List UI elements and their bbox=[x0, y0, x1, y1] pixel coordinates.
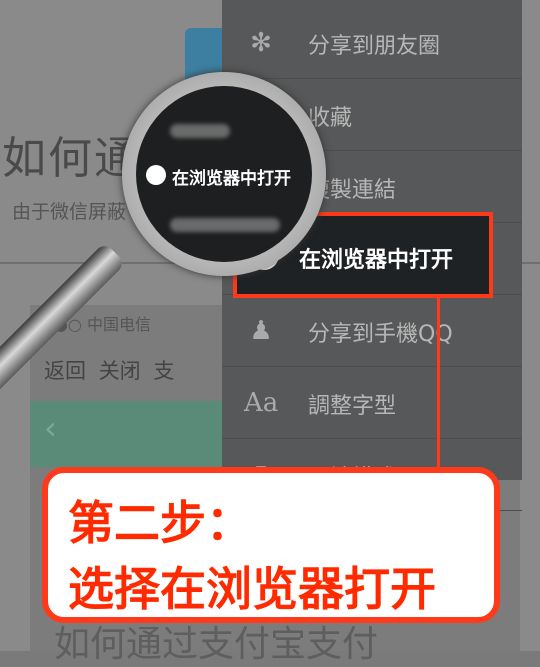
menu-item-moments[interactable]: ✻ 分享到朋友圈 bbox=[222, 6, 522, 79]
menu-item-label: 調整字型 bbox=[308, 394, 397, 419]
callout-step: 第二步： bbox=[68, 496, 252, 550]
camera-shutter-icon: ✻ bbox=[250, 28, 272, 58]
qq-penguin-icon: ♟ bbox=[249, 316, 273, 346]
carrier-label: 中国电信 bbox=[86, 315, 151, 334]
lens-blurred-text bbox=[170, 218, 280, 232]
magnifier-lens: 在浏览器中打开 bbox=[136, 86, 312, 262]
close-link[interactable]: 关闭 bbox=[99, 359, 141, 383]
back-link[interactable]: 返回 bbox=[44, 359, 86, 383]
instruction-callout: 第二步： 选择在浏览器打开 bbox=[42, 467, 500, 623]
menu-item-label: 分享到手機QQ bbox=[308, 322, 453, 347]
callout-connector-line bbox=[437, 298, 440, 468]
page-title: 如何通 bbox=[2, 133, 140, 184]
chevron-left-icon[interactable]: ‹ bbox=[44, 409, 57, 447]
globe-icon bbox=[146, 165, 166, 185]
callout-instruction: 选择在浏览器打开 bbox=[68, 562, 436, 616]
highlight-label: 在浏览器中打开 bbox=[299, 248, 454, 273]
menu-item-font-size[interactable]: Aa 調整字型 bbox=[222, 366, 522, 439]
menu-item-label: 分享到朋友圈 bbox=[308, 34, 441, 59]
phone-nav-bar: 返回 关闭 支 bbox=[44, 355, 174, 385]
lens-blurred-text bbox=[170, 124, 230, 138]
magnifier-label: 在浏览器中打开 bbox=[172, 169, 291, 189]
font-size-icon: Aa bbox=[244, 388, 279, 418]
nav-more: 支 bbox=[153, 359, 175, 383]
page-subtitle: 由于微信屏蔽 bbox=[12, 201, 127, 223]
menu-item-share-qq[interactable]: ♟ 分享到手機QQ bbox=[222, 294, 522, 367]
